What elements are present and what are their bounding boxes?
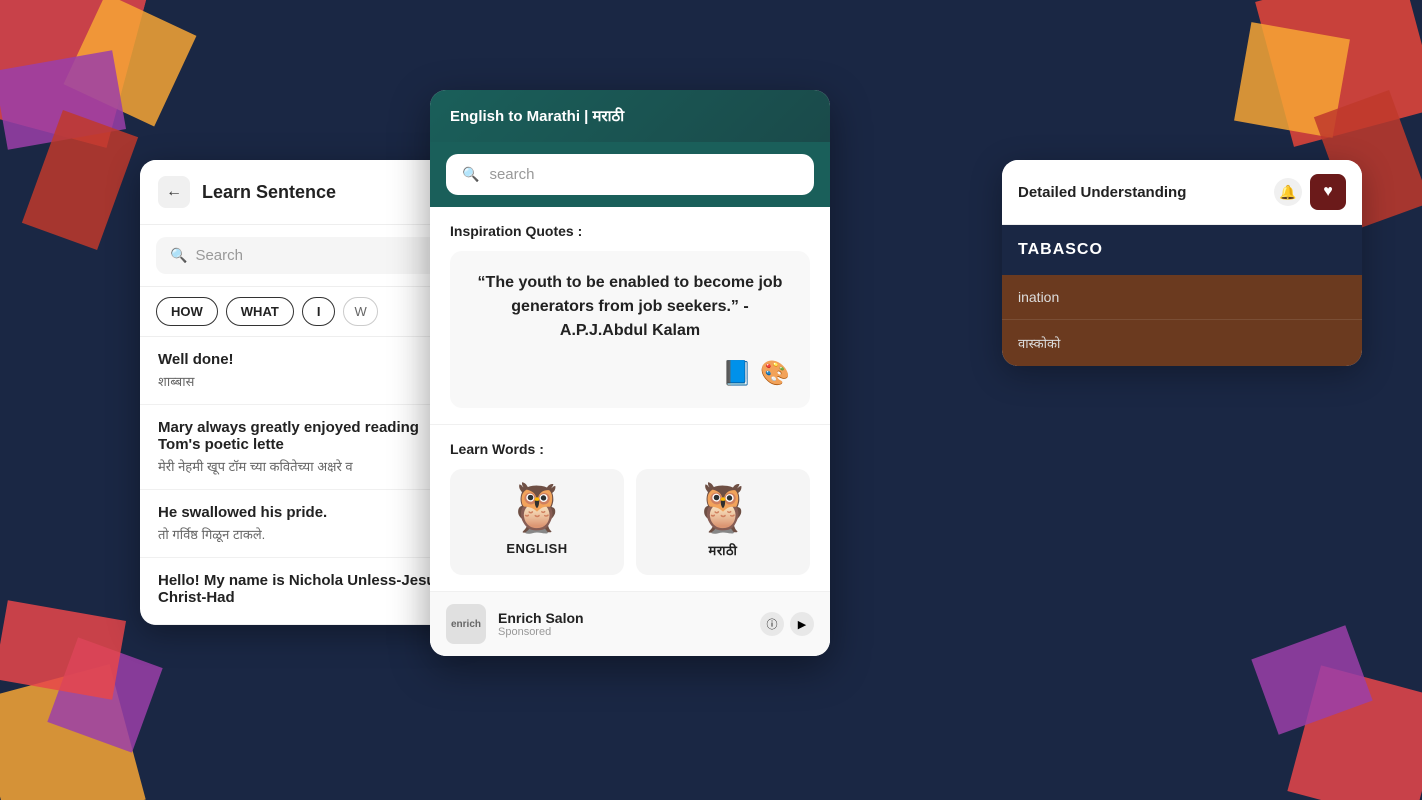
word-card-english-label: ENGLISH <box>506 541 567 556</box>
sentence-item-1[interactable]: Mary always greatly enjoyed reading Tom'… <box>140 405 470 490</box>
search-placeholder-text: Search <box>195 247 243 264</box>
marathi-row[interactable]: वास्कोको <box>1002 319 1362 366</box>
sentence-item-3[interactable]: Hello! My name is Nichola Unless-Jesus-C… <box>140 558 470 625</box>
ad-info-icon[interactable]: ⓘ <box>760 612 784 636</box>
card-mid-search-area: 🔍 search <box>430 142 830 207</box>
inspiration-label: Inspiration Quotes : <box>450 223 810 239</box>
sentence-mr-0: शाब्बास <box>158 372 452 390</box>
sentence-item-0[interactable]: Well done! शाब्बास <box>140 337 470 405</box>
search-text-mid: search <box>489 166 534 183</box>
ad-sponsored: Sponsored <box>498 626 748 638</box>
word-card-english[interactable]: 🦉 ENGLISH <box>450 469 624 575</box>
card-right-header: Detailed Understanding 🔔 ♥ <box>1002 160 1362 225</box>
inspiration-section: Inspiration Quotes : “The youth to be en… <box>430 207 830 425</box>
english-marathi-card: English to Marathi | मराठी 🔍 search Insp… <box>430 90 830 656</box>
ad-title: Enrich Salon <box>498 610 748 626</box>
sentence-en-3: Hello! My name is Nichola Unless-Jesus-C… <box>158 572 452 606</box>
card-mid-header-title: English to Marathi | मराठी <box>450 108 624 125</box>
learn-words-section: Learn Words : 🦉 ENGLISH 🦉 मराठी <box>430 425 830 592</box>
sentence-en-0: Well done! <box>158 351 452 368</box>
filter-chips: HOW WHAT I W <box>140 287 470 337</box>
chip-how[interactable]: HOW <box>156 297 218 326</box>
owl-icon-english: 🦉 <box>507 485 567 533</box>
card-mid-body: Inspiration Quotes : “The youth to be en… <box>430 207 830 656</box>
word-cards: 🦉 ENGLISH 🦉 मराठी <box>450 469 810 575</box>
card-left-header: ← Learn Sentence <box>140 160 470 225</box>
paint-emoji: 🎨 <box>760 359 790 388</box>
card-mid-header: English to Marathi | मराठी <box>430 90 830 142</box>
search-icon-mid: 🔍 <box>462 166 479 183</box>
chip-more[interactable]: W <box>343 297 377 326</box>
detailed-understanding-card: Detailed Understanding 🔔 ♥ TABASCO inati… <box>1002 160 1362 366</box>
sentence-en-2: He swallowed his pride. <box>158 504 452 521</box>
word-card-marathi-label: मराठी <box>709 541 738 559</box>
quote-text: “The youth to be enabled to become job g… <box>470 271 790 343</box>
quote-box: “The youth to be enabled to become job g… <box>450 251 810 408</box>
ad-logo: enrich <box>446 604 486 644</box>
chip-i[interactable]: I <box>302 297 336 326</box>
ad-actions: ⓘ ▶ <box>760 612 814 636</box>
sentence-mr-1: मेरी नेहमी खूप टॉम च्या कवितेच्या अक्षरे… <box>158 457 452 475</box>
cards-container: Detailed Understanding 🔔 ♥ TABASCO inati… <box>0 0 1422 800</box>
learn-words-label: Learn Words : <box>450 441 810 457</box>
card-left-title: Learn Sentence <box>202 182 336 203</box>
search-icon: 🔍 <box>170 247 187 264</box>
chip-what[interactable]: WHAT <box>226 297 294 326</box>
sentence-en-1: Mary always greatly enjoyed reading Tom'… <box>158 419 452 453</box>
ad-share-icon[interactable]: ▶ <box>790 612 814 636</box>
heart-button[interactable]: ♥ <box>1310 174 1346 210</box>
learn-sentence-card: ← Learn Sentence 🔍 Search HOW WHAT I W W… <box>140 160 470 625</box>
owl-icon-marathi: 🦉 <box>693 485 753 533</box>
bell-icon[interactable]: 🔔 <box>1274 178 1302 206</box>
ination-row[interactable]: ination <box>1002 275 1362 319</box>
ad-section: enrich Enrich Salon Sponsored ⓘ ▶ <box>430 592 830 656</box>
sentence-list: Well done! शाब्बास Mary always greatly e… <box>140 337 470 625</box>
search-box-left[interactable]: 🔍 Search <box>156 237 454 274</box>
card-right-title: Detailed Understanding <box>1018 184 1186 201</box>
card-left-search-area: 🔍 Search <box>140 225 470 287</box>
quote-icons: 📘 🎨 <box>470 359 790 388</box>
word-card-marathi[interactable]: 🦉 मराठी <box>636 469 810 575</box>
card-right-icons: 🔔 ♥ <box>1274 174 1346 210</box>
book-emoji: 📘 <box>722 359 752 388</box>
ad-text-block: Enrich Salon Sponsored <box>498 610 748 638</box>
sentence-mr-2: तो गर्विष्ठ गिळून टाकले. <box>158 525 452 543</box>
search-box-mid[interactable]: 🔍 search <box>446 154 814 195</box>
tabasco-row[interactable]: TABASCO <box>1002 225 1362 275</box>
back-button[interactable]: ← <box>158 176 190 208</box>
sentence-item-2[interactable]: He swallowed his pride. तो गर्विष्ठ गिळू… <box>140 490 470 558</box>
